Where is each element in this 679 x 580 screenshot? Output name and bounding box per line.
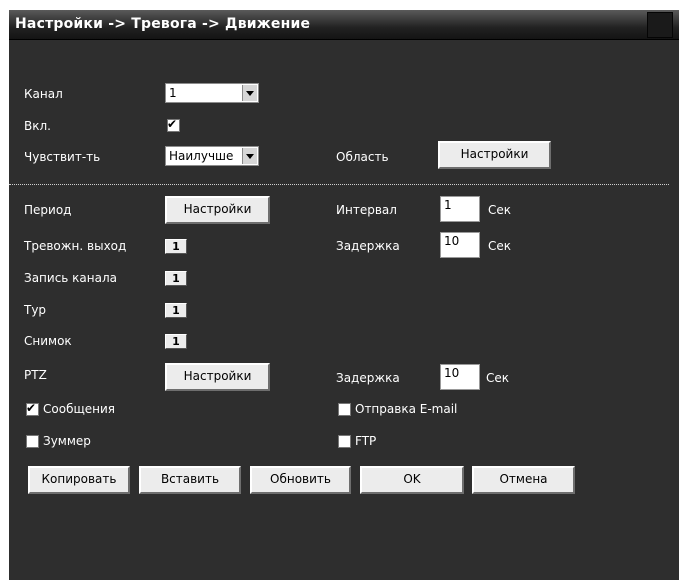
email-label: Отправка E-mail	[355, 402, 458, 416]
channel-select-value: 1	[169, 86, 177, 100]
refresh-button[interactable]: Обновить	[250, 466, 351, 494]
buzzer-label: Зуммер	[43, 434, 91, 448]
snapshot-label: Снимок	[24, 334, 72, 348]
enable-label: Вкл.	[24, 119, 51, 133]
cancel-button[interactable]: Отмена	[472, 466, 575, 494]
ftp-label: FTP	[355, 434, 377, 448]
ptz-delay-label: Задержка	[336, 371, 400, 385]
channel-select[interactable]: 1	[165, 83, 259, 103]
close-button[interactable]	[647, 12, 673, 38]
checkmark-icon: ✔	[167, 117, 178, 131]
tour-selector[interactable]: 1	[165, 303, 187, 318]
chevron-down-icon[interactable]	[242, 85, 257, 101]
title-bar: Настройки -> Тревога -> Движение	[9, 10, 679, 40]
delay-input[interactable]: 10	[440, 232, 480, 258]
buzzer-checkbox[interactable]	[26, 435, 39, 448]
region-settings-button[interactable]: Настройки	[438, 141, 551, 169]
delay-label: Задержка	[336, 239, 400, 253]
paste-button[interactable]: Вставить	[139, 466, 241, 494]
ok-button[interactable]: OK	[360, 466, 464, 494]
motion-settings-window: Настройки -> Тревога -> Движение Канал 1…	[9, 10, 679, 580]
tour-label: Тур	[24, 303, 47, 317]
alarm-output-label: Тревожн. выход	[24, 239, 127, 253]
record-channel-label: Запись канала	[24, 271, 117, 285]
window-title: Настройки -> Тревога -> Движение	[15, 16, 311, 32]
period-settings-button[interactable]: Настройки	[165, 196, 270, 224]
email-checkbox[interactable]	[338, 403, 351, 416]
alarm-output-channel[interactable]: 1	[165, 239, 187, 254]
ptz-delay-unit: Сек	[486, 371, 510, 385]
ftp-checkbox[interactable]	[338, 435, 351, 448]
snapshot-selector[interactable]: 1	[165, 334, 187, 349]
sensitivity-label: Чувствит-ть	[24, 150, 101, 164]
period-label: Период	[24, 203, 72, 217]
sensitivity-select-value: Наилучше	[169, 149, 234, 163]
interval-label: Интервал	[336, 203, 397, 217]
messages-label: Сообщения	[43, 402, 116, 416]
enable-checkbox[interactable]: ✔	[167, 117, 180, 132]
ptz-delay-input[interactable]: 10	[440, 364, 480, 390]
channel-label: Канал	[24, 87, 63, 101]
interval-unit: Сек	[488, 203, 512, 217]
region-label: Область	[336, 150, 389, 164]
checkmark-icon: ✔	[26, 401, 37, 415]
copy-button[interactable]: Копировать	[28, 466, 130, 494]
messages-checkbox[interactable]: ✔	[26, 401, 39, 416]
interval-input[interactable]: 1	[440, 196, 480, 222]
delay-unit: Сек	[488, 239, 512, 253]
ptz-label: PTZ	[24, 368, 47, 382]
ptz-settings-button[interactable]: Настройки	[165, 363, 270, 391]
divider	[9, 184, 669, 185]
record-channel-selector[interactable]: 1	[165, 271, 187, 286]
sensitivity-select[interactable]: Наилучше	[165, 146, 259, 166]
chevron-down-icon[interactable]	[242, 148, 257, 164]
